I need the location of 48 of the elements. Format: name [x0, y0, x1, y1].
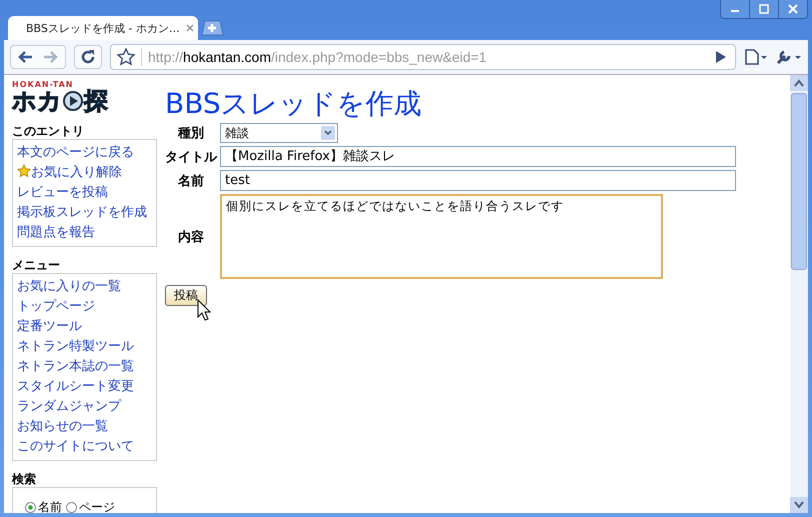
reload-button[interactable]	[74, 45, 102, 69]
url-text: http://hokantan.com/index.php?mode=bbs_new&eid=1	[147, 49, 488, 65]
sidebar-link[interactable]: お気に入りの一覧	[17, 277, 152, 297]
sidebar-link[interactable]: ネトラン本誌の一覧	[17, 357, 152, 377]
category-dropdown[interactable]: 雑談	[220, 123, 338, 143]
sidebar-link[interactable]: スタイルシート変更	[17, 377, 152, 397]
scroll-down-icon[interactable]	[794, 501, 804, 509]
scrollbar[interactable]	[790, 75, 808, 513]
new-tab-button[interactable]	[200, 20, 224, 36]
content-textarea[interactable]: 個別にスレを立てるほどではないことを語り合うスレです	[220, 194, 663, 279]
page-title: BBSスレッドを作成	[165, 87, 423, 121]
sidebar-link[interactable]: 定番ツール	[17, 317, 152, 337]
close-tab-icon[interactable]	[186, 24, 194, 32]
close-icon	[787, 4, 799, 14]
text-field[interactable]: test	[220, 170, 736, 191]
field-label: タイトル	[165, 148, 217, 166]
sidebar-link[interactable]: レビューを投稿	[17, 183, 152, 203]
star-icon	[17, 164, 31, 178]
sidebar-link[interactable]: 掲示板スレッドを作成	[17, 203, 152, 223]
radio-option[interactable]: 名前	[25, 499, 62, 513]
field-label: 種別	[176, 125, 205, 142]
sidebar-link[interactable]: お気に入り解除	[17, 163, 152, 183]
sidebar-heading: メニュー	[12, 257, 61, 273]
sidebar-link[interactable]: ランダムジャンプ	[17, 397, 152, 417]
back-icon[interactable]	[17, 50, 33, 64]
reload-icon	[80, 49, 96, 65]
wrench-icon[interactable]	[776, 49, 802, 65]
sidebar-heading: 検索	[12, 471, 37, 487]
sidebar-heading: このエントリ	[12, 123, 85, 139]
scroll-up-icon[interactable]	[794, 79, 804, 87]
sidebar-link[interactable]: このサイトについて	[17, 437, 152, 457]
site-logo[interactable]: HOKAN-TAN ホカ 探	[12, 81, 157, 113]
sidebar-link[interactable]: お知らせの一覧	[17, 417, 152, 437]
radio-option[interactable]: ページ	[66, 499, 115, 513]
sidebar-link[interactable]: ネトラン特製ツール	[17, 337, 152, 357]
page-menu-icon[interactable]	[744, 49, 768, 65]
sidebar-link[interactable]: 問題点を報告	[17, 223, 152, 243]
go-icon[interactable]	[715, 50, 727, 64]
submit-button[interactable]: 投稿	[165, 285, 207, 306]
field-label: 名前	[176, 172, 205, 190]
sidebar-link[interactable]: トップページ	[17, 297, 152, 317]
field-label: 内容	[177, 228, 205, 246]
address-bar[interactable]: http://hokantan.com/index.php?mode=bbs_new&eid=1	[110, 44, 736, 70]
mouse-cursor-icon	[197, 299, 211, 321]
browser-tab[interactable]: BBSスレッドを作成 - ホカン…	[8, 16, 198, 40]
maximize-icon	[758, 4, 770, 14]
sidebar-link[interactable]: 本文のページに戻る	[17, 143, 152, 163]
text-field[interactable]: 【Mozilla Firefox】雑談スレ	[220, 146, 736, 167]
